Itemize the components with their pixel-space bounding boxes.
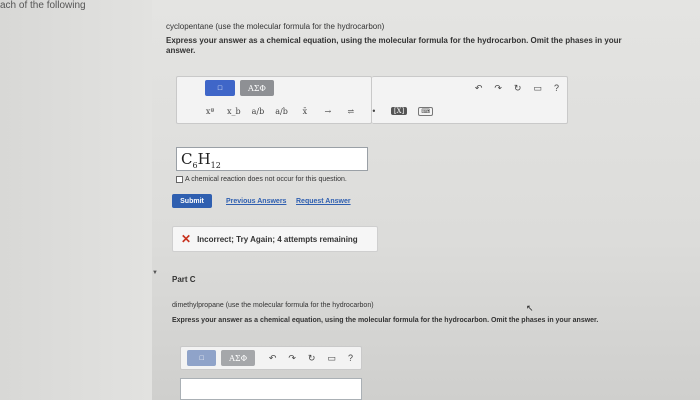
fraction-alt-button[interactable]: a/b bbox=[275, 107, 288, 116]
part-c-help-icon[interactable]: ? bbox=[348, 353, 353, 364]
overbar-button[interactable]: x̄ bbox=[299, 107, 311, 116]
part-c-keyboard-icon[interactable]: ▭ bbox=[327, 353, 336, 364]
help-icon[interactable]: ? bbox=[554, 83, 559, 94]
reaction-arrow-button[interactable]: → bbox=[322, 107, 334, 116]
part-c-prompt: dimethylpropane (use the molecular formu… bbox=[172, 302, 374, 309]
bracket-button[interactable]: [X] bbox=[390, 107, 408, 115]
part-c-reset-icon[interactable]: ↻ bbox=[308, 353, 316, 364]
part-b-instruction: Express your answer as a chemical equati… bbox=[166, 36, 622, 55]
template-button[interactable]: □ bbox=[205, 80, 235, 96]
part-c-templates-icon: □ bbox=[199, 354, 204, 362]
no-reaction-label: A chemical reaction does not occur for t… bbox=[185, 176, 347, 183]
collapse-arrow-icon[interactable]: ▼ bbox=[152, 270, 158, 276]
reset-icon[interactable]: ↻ bbox=[514, 83, 522, 94]
redo-icon[interactable]: ↷ bbox=[494, 83, 502, 94]
keyboard-icon[interactable]: ▭ bbox=[533, 83, 542, 94]
incorrect-x-icon: ✕ bbox=[181, 232, 192, 246]
part-c-instruction: Express your answer as a chemical equati… bbox=[172, 317, 599, 324]
superscript-button[interactable]: xª bbox=[204, 107, 216, 116]
answer-element-h: H bbox=[197, 150, 211, 168]
part-c-title[interactable]: Part C bbox=[172, 275, 196, 284]
templates-icon: □ bbox=[217, 84, 223, 92]
greek-symbols-button[interactable]: ΑΣΦ bbox=[240, 80, 274, 96]
equilibrium-arrow-button[interactable]: ⇌ bbox=[345, 107, 357, 116]
undo-icon[interactable]: ↶ bbox=[475, 83, 483, 94]
previous-answers-link[interactable]: Previous Answers bbox=[226, 198, 286, 205]
feedback-text: Incorrect; Try Again; 4 attempts remaini… bbox=[197, 234, 358, 244]
answer-subscript-h: 12 bbox=[210, 161, 221, 170]
subscript-button[interactable]: x_b bbox=[227, 107, 241, 116]
part-c-greek-symbols-button[interactable]: ΑΣΦ bbox=[221, 350, 255, 366]
no-reaction-checkbox[interactable] bbox=[176, 176, 183, 183]
request-answer-link[interactable]: Request Answer bbox=[296, 198, 351, 205]
no-reaction-option[interactable]: A chemical reaction does not occur for t… bbox=[176, 176, 347, 183]
part-b-prompt: cyclopentane (use the molecular formula … bbox=[166, 22, 385, 31]
part-c-toolbar: □ ΑΣΦ ↶ ↷ ↻ ▭ ? bbox=[180, 346, 362, 370]
part-c-answer-input[interactable] bbox=[180, 378, 362, 400]
mouse-cursor-icon: ↖ bbox=[526, 303, 534, 313]
feedback-box: ✕ Incorrect; Try Again; 4 attempts remai… bbox=[172, 226, 378, 252]
fraction-button[interactable]: a/b bbox=[252, 107, 265, 116]
submit-button[interactable]: Submit bbox=[172, 194, 212, 208]
edge-text: ach of the following bbox=[0, 0, 86, 11]
question-content: cyclopentane (use the molecular formula … bbox=[152, 0, 700, 400]
left-panel: ach of the following bbox=[0, 0, 152, 400]
part-c-template-button[interactable]: □ bbox=[187, 350, 217, 366]
dot-button[interactable]: • bbox=[368, 107, 380, 116]
part-b-answer-input[interactable]: C6H12 bbox=[176, 147, 368, 171]
part-b-toolbar-row2: xª x_b a/b a/b x̄ → ⇌ • [X] ⌨ bbox=[176, 100, 568, 122]
answer-element-c: C bbox=[181, 150, 193, 168]
part-c-redo-icon[interactable]: ↷ bbox=[288, 353, 296, 364]
chem-keyboard-icon[interactable]: ⌨ bbox=[418, 106, 433, 116]
part-c-undo-icon[interactable]: ↶ bbox=[269, 353, 277, 364]
